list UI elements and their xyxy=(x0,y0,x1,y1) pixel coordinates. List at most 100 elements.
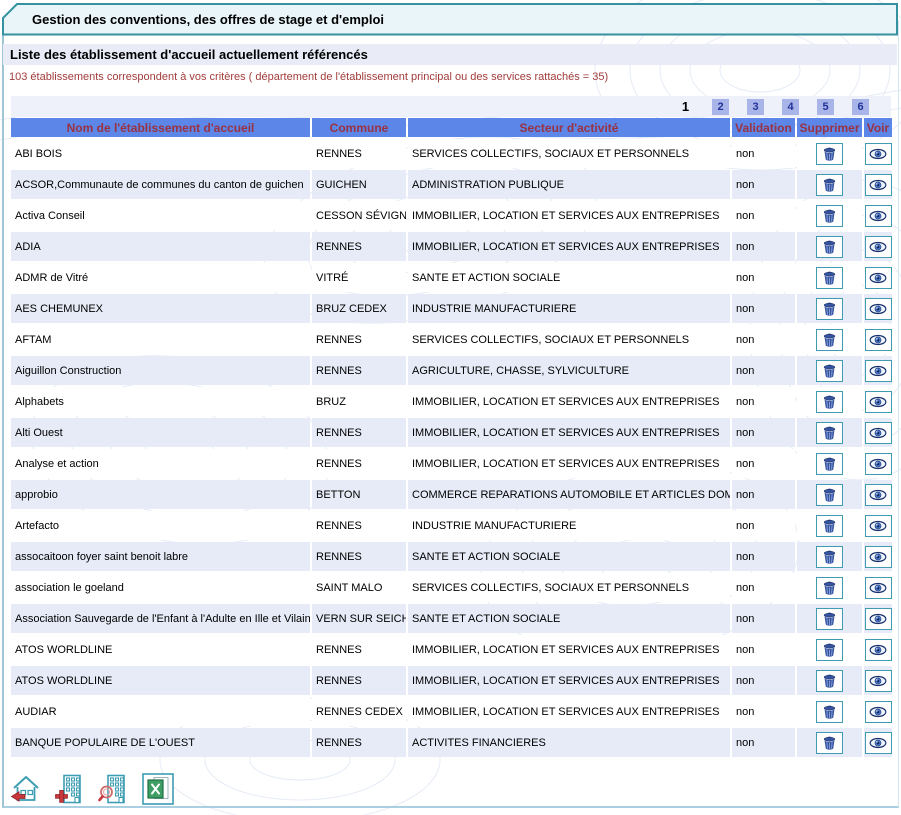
view-button[interactable] xyxy=(865,205,892,227)
app-title: Gestion des conventions, des offres de s… xyxy=(32,3,384,36)
delete-button[interactable] xyxy=(816,608,843,630)
view-button[interactable] xyxy=(865,174,892,196)
delete-button[interactable] xyxy=(816,422,843,444)
view-button[interactable] xyxy=(865,422,892,444)
cell-secteur: SERVICES COLLECTIFS, SOCIAUX ET PERSONNE… xyxy=(408,573,730,602)
trash-icon xyxy=(822,208,837,224)
cell-validation: non xyxy=(732,728,795,757)
delete-button[interactable] xyxy=(816,267,843,289)
trash-icon xyxy=(822,332,837,348)
eye-icon xyxy=(869,241,887,253)
cell-supprimer xyxy=(797,697,862,726)
delete-button[interactable] xyxy=(816,360,843,382)
view-button[interactable] xyxy=(865,515,892,537)
cell-commune: RENNES xyxy=(312,635,406,664)
search-establishment-button[interactable] xyxy=(98,773,130,805)
view-button[interactable] xyxy=(865,546,892,568)
export-excel-icon xyxy=(142,773,174,805)
view-button[interactable] xyxy=(865,577,892,599)
delete-button[interactable] xyxy=(816,577,843,599)
cell-validation: non xyxy=(732,139,795,168)
cell-validation: non xyxy=(732,511,795,540)
cell-validation: non xyxy=(732,325,795,354)
cell-nom: Activa Conseil xyxy=(11,201,310,230)
cell-supprimer xyxy=(797,170,862,199)
footer-toolbar xyxy=(10,771,174,805)
page-link-2[interactable]: 2 xyxy=(712,99,729,115)
cell-supprimer xyxy=(797,449,862,478)
delete-button[interactable] xyxy=(816,391,843,413)
view-button[interactable] xyxy=(865,701,892,723)
delete-button[interactable] xyxy=(816,453,843,475)
cell-validation: non xyxy=(732,666,795,695)
eye-icon xyxy=(869,520,887,532)
view-button[interactable] xyxy=(865,484,892,506)
view-button[interactable] xyxy=(865,639,892,661)
establishments-table: Nom de l'établissement d'accueil Commune… xyxy=(11,118,892,757)
cell-commune: VERN SUR SEICHE xyxy=(312,604,406,633)
delete-button[interactable] xyxy=(816,732,843,754)
view-button[interactable] xyxy=(865,670,892,692)
view-button[interactable] xyxy=(865,143,892,165)
cell-supprimer xyxy=(797,139,862,168)
page-link-4[interactable]: 4 xyxy=(782,99,799,115)
cell-supprimer xyxy=(797,232,862,261)
cell-secteur: SERVICES COLLECTIFS, SOCIAUX ET PERSONNE… xyxy=(408,139,730,168)
cell-voir xyxy=(864,294,892,323)
delete-button[interactable] xyxy=(816,205,843,227)
view-button[interactable] xyxy=(865,453,892,475)
cell-validation: non xyxy=(732,480,795,509)
delete-button[interactable] xyxy=(816,701,843,723)
cell-secteur: IMMOBILIER, LOCATION ET SERVICES AUX ENT… xyxy=(408,232,730,261)
cell-voir xyxy=(864,356,892,385)
page-link-1[interactable]: 1 xyxy=(677,99,694,114)
cell-validation: non xyxy=(732,542,795,571)
trash-icon xyxy=(822,456,837,472)
view-button[interactable] xyxy=(865,298,892,320)
delete-button[interactable] xyxy=(816,298,843,320)
cell-voir xyxy=(864,511,892,540)
delete-button[interactable] xyxy=(816,143,843,165)
eye-icon xyxy=(869,613,887,625)
cell-validation: non xyxy=(732,232,795,261)
cell-commune: BRUZ xyxy=(312,387,406,416)
page-link-3[interactable]: 3 xyxy=(747,99,764,115)
column-header-secteur: Secteur d'activité xyxy=(408,118,730,137)
eye-icon xyxy=(869,148,887,160)
delete-button[interactable] xyxy=(816,546,843,568)
home-back-button[interactable] xyxy=(10,773,42,805)
cell-voir xyxy=(864,604,892,633)
delete-button[interactable] xyxy=(816,174,843,196)
view-button[interactable] xyxy=(865,329,892,351)
cell-nom: Alti Ouest xyxy=(11,418,310,447)
cell-supprimer xyxy=(797,573,862,602)
export-excel-button[interactable] xyxy=(142,773,174,805)
cell-secteur: ADMINISTRATION PUBLIQUE xyxy=(408,170,730,199)
column-header-voir: Voir xyxy=(864,118,892,137)
cell-validation: non xyxy=(732,294,795,323)
delete-button[interactable] xyxy=(816,236,843,258)
delete-button[interactable] xyxy=(816,329,843,351)
cell-supprimer xyxy=(797,263,862,292)
delete-button[interactable] xyxy=(816,639,843,661)
eye-icon xyxy=(869,210,887,222)
cell-voir xyxy=(864,728,892,757)
view-button[interactable] xyxy=(865,360,892,382)
delete-button[interactable] xyxy=(816,515,843,537)
view-button[interactable] xyxy=(865,608,892,630)
eye-icon xyxy=(869,334,887,346)
view-button[interactable] xyxy=(865,267,892,289)
cell-secteur: SANTE ET ACTION SOCIALE xyxy=(408,542,730,571)
delete-button[interactable] xyxy=(816,670,843,692)
home-back-icon xyxy=(10,773,42,805)
cell-commune: RENNES xyxy=(312,356,406,385)
eye-icon xyxy=(869,706,887,718)
view-button[interactable] xyxy=(865,732,892,754)
page-link-6[interactable]: 6 xyxy=(852,99,869,115)
delete-button[interactable] xyxy=(816,484,843,506)
page-link-5[interactable]: 5 xyxy=(817,99,834,115)
add-establishment-button[interactable] xyxy=(54,773,86,805)
view-button[interactable] xyxy=(865,236,892,258)
view-button[interactable] xyxy=(865,391,892,413)
cell-commune: RENNES xyxy=(312,666,406,695)
